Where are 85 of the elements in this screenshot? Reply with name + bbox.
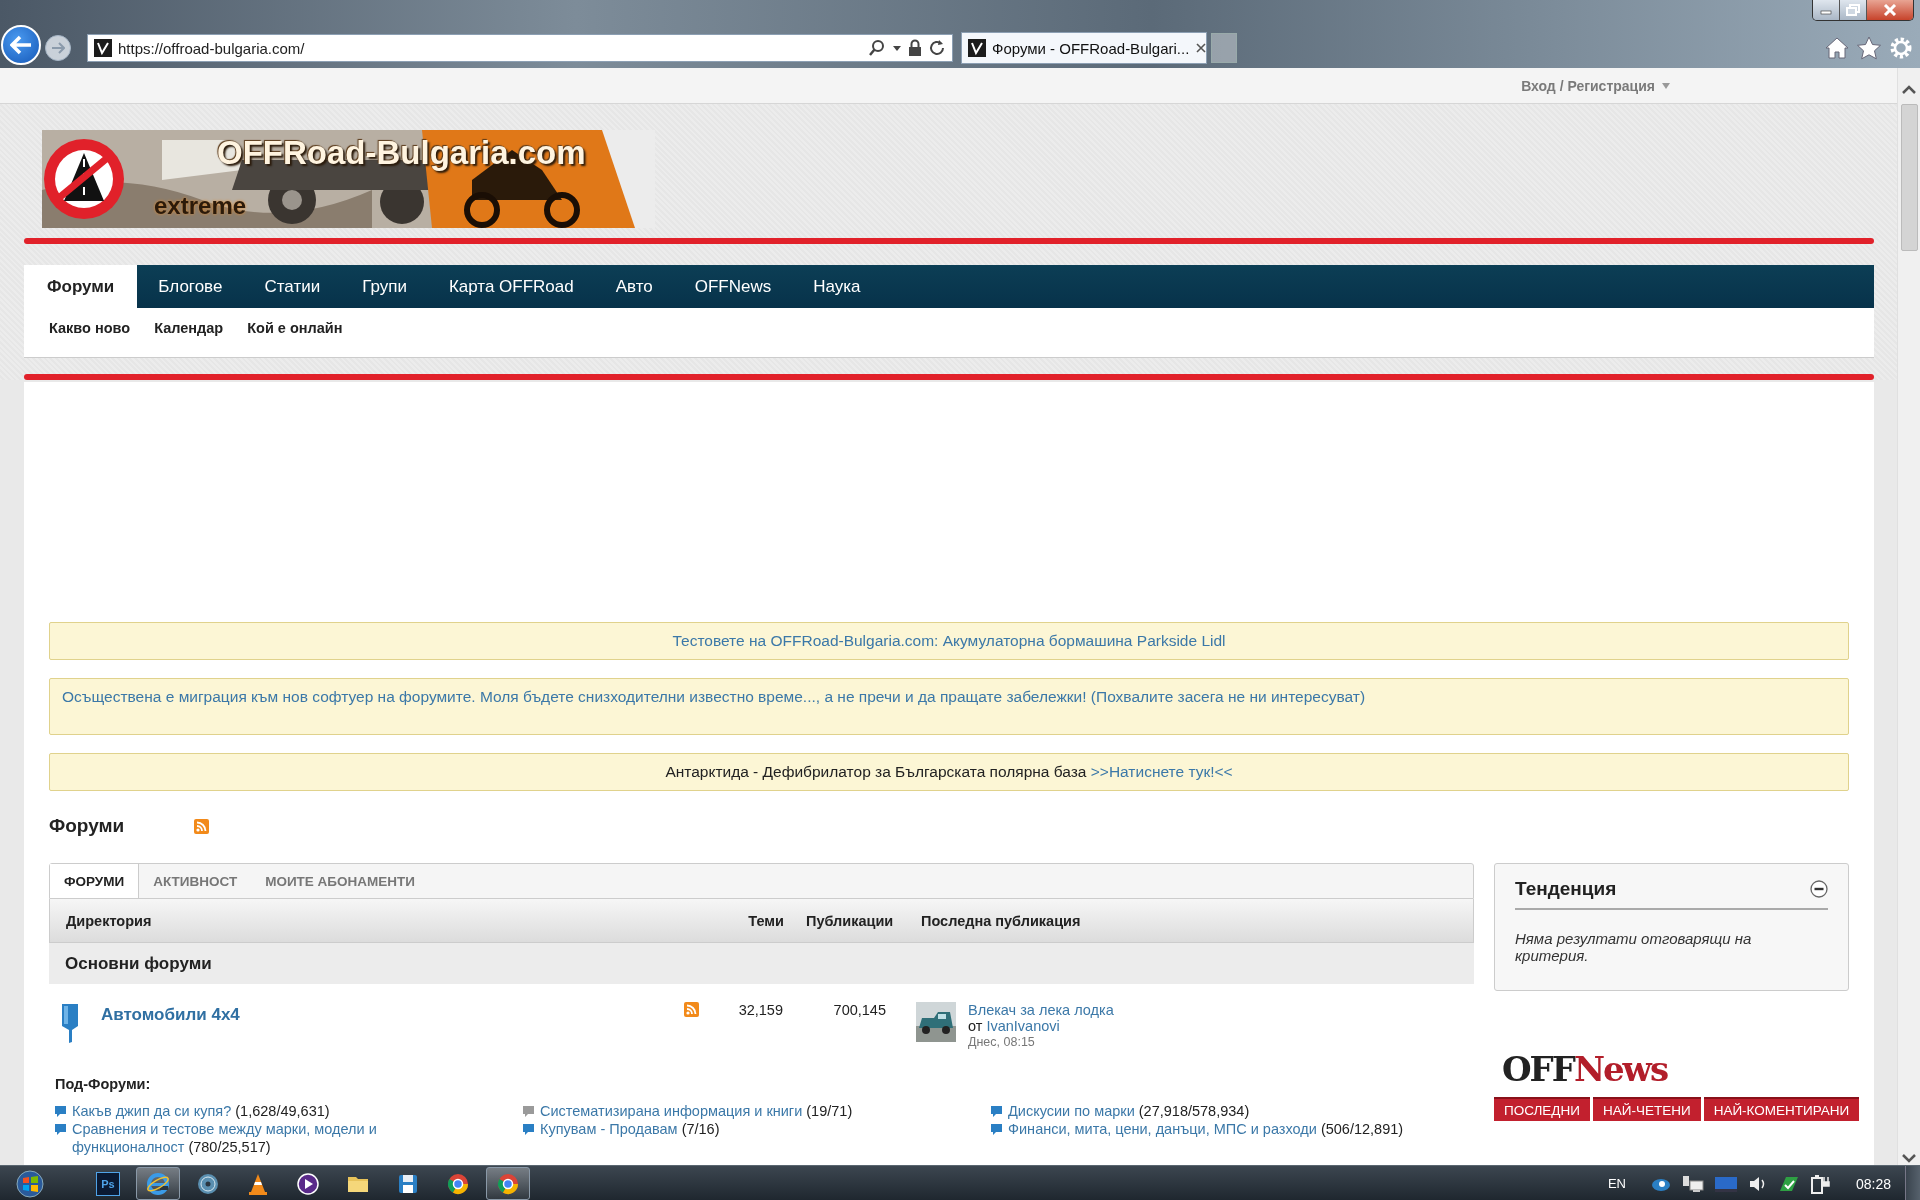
segmented-circle-icon: [496, 1171, 520, 1196]
forward-button[interactable]: [45, 35, 71, 61]
byline: от IvanIvanovi: [968, 1018, 1061, 1034]
back-arrow-icon: [10, 35, 32, 55]
taskbar-button[interactable]: [486, 1167, 530, 1200]
nav-tab[interactable]: Статии: [243, 265, 342, 308]
column-header: Публикации: [805, 912, 895, 929]
subforums-label: Под-Форуми:: [55, 1076, 152, 1092]
network-icon[interactable]: [1681, 1174, 1704, 1193]
home-icon[interactable]: [1824, 36, 1850, 60]
sub-nav-link[interactable]: Какво ново: [49, 319, 131, 336]
nav-tab[interactable]: OFFNews: [673, 265, 793, 308]
display-icon[interactable]: [1713, 1174, 1738, 1193]
subforum-item[interactable]: Купувам - Продавам (7/16): [540, 1120, 720, 1138]
nav-tab[interactable]: Блогове: [137, 265, 244, 308]
announcement-link[interactable]: Осъществена е миграция към нов софтуер на форумите. Моля бъдете снизходителни известно време..., а не пречи и да пращате забележки! (Похвалите засега не ни интересуват): [62, 688, 1366, 705]
close-icon: [1883, 4, 1897, 16]
author-link[interactable]: IvanIvanovi: [986, 1018, 1060, 1034]
sub-nav-link[interactable]: Календар: [154, 319, 224, 336]
widget-title: Тенденция: [1515, 878, 1617, 900]
news-tab[interactable]: ПОСЛЕДНИ: [1494, 1097, 1590, 1121]
logo-emblem-icon: [42, 137, 126, 221]
close-button[interactable]: [1867, 0, 1913, 20]
segmented-circle-icon: [446, 1171, 470, 1196]
news-tab[interactable]: НАЙ-КОМЕНТИРАНИ: [1703, 1097, 1860, 1121]
lock-icon: [908, 39, 922, 57]
minimize-button[interactable]: [1813, 0, 1840, 20]
section-title: Форуми: [49, 815, 126, 837]
taskbar-button[interactable]: Ps: [86, 1167, 130, 1200]
favicon-icon: [968, 39, 986, 57]
post-count: 700,145: [832, 1002, 887, 1020]
forum-tab[interactable]: МОИТЕ АБОНАМЕНТИ: [251, 864, 429, 898]
nav-tab[interactable]: Форуми: [24, 265, 138, 308]
offnews-logo: OFFNews: [1502, 1049, 1669, 1089]
nav-tab[interactable]: Авто: [594, 265, 674, 308]
check-flag-icon[interactable]: [1777, 1174, 1800, 1193]
column-header: Последна публикация: [920, 912, 1082, 929]
star-icon[interactable]: [1856, 36, 1882, 60]
back-button[interactable]: [1, 25, 41, 65]
nav-tab[interactable]: Наука: [792, 265, 882, 308]
maximize-button[interactable]: [1840, 0, 1867, 20]
sub-nav-link[interactable]: Кой е онлайн: [247, 319, 343, 336]
post-time: Днес, 08:15: [968, 1034, 1036, 1050]
scrollbar-thumb[interactable]: [1900, 104, 1918, 251]
disc-icon: [196, 1171, 220, 1196]
language-indicator[interactable]: EN: [1607, 1176, 1626, 1191]
refresh-icon[interactable]: [928, 39, 946, 57]
nav-tab[interactable]: Карта OFFRoad: [427, 265, 595, 308]
clock: 08:28: [1855, 1175, 1891, 1192]
subforum-item[interactable]: Финанси, мита, цени, данъци, МПС и разходи (506/12,891): [1008, 1120, 1404, 1138]
column-header: Теми: [747, 912, 785, 929]
empty-message: Няма резултати отговарящи на критерия.: [1515, 930, 1753, 964]
site-title: OFFRoad-Bulgaria.com: [217, 134, 586, 172]
address-field[interactable]: https://offroad-bulgaria.com/: [87, 34, 953, 62]
login-register-link[interactable]: Вход / Регистрация: [1521, 77, 1655, 94]
search-icon[interactable]: [868, 39, 886, 57]
battery-icon[interactable]: [1809, 1173, 1830, 1194]
subforum-item[interactable]: Сравнения и тестове между марки, модели и функционалност (780/25,517): [72, 1120, 400, 1156]
topic-count: 32,159: [737, 1002, 784, 1020]
site-tagline: extreme: [154, 192, 247, 220]
category-title: Основни форуми: [49, 943, 1474, 984]
forum-tab[interactable]: АКТИВНОСТ: [139, 864, 252, 898]
subforum-item[interactable]: Систематизирана информация и книги (19/71): [540, 1102, 853, 1120]
notice-link[interactable]: >>Натиснете тук!<<: [1090, 763, 1233, 780]
scroll-down-icon[interactable]: [1901, 1151, 1917, 1165]
nav-tab[interactable]: Групи: [341, 265, 428, 308]
notice-text: Антарктида - Дефибрилатор за Българската полярна база >>Натиснете тук!<<: [665, 763, 1233, 780]
forum-link[interactable]: Автомобили 4x4: [101, 1005, 664, 1025]
close-icon[interactable]: [1195, 42, 1208, 54]
restore-icon: [1846, 4, 1860, 16]
taskbar-button[interactable]: [136, 1167, 180, 1200]
forward-arrow-icon: [51, 42, 65, 54]
play-icon: [296, 1171, 320, 1196]
last-post-link[interactable]: Влекач за лека лодка: [968, 1002, 1114, 1018]
browser-tab[interactable]: Форуми - OFFRoad-Bulgari...: [961, 32, 1207, 64]
subforum-item[interactable]: Какъв джип да си купя? (1,628/49,631): [72, 1102, 330, 1120]
forum-tab[interactable]: ФОРУМИ: [50, 864, 140, 898]
subforum-item[interactable]: Дискусии по марки (27,918/578,934): [1008, 1102, 1250, 1120]
news-tab[interactable]: НАЙ-ЧЕТЕНИ: [1592, 1097, 1701, 1121]
notice-link[interactable]: Тестовете на OFFRoad-Bulgaria.com: Акумулаторна бормашина Parkside Lidl: [672, 632, 1226, 649]
collapse-icon[interactable]: [1810, 880, 1828, 898]
window-flag-icon: [16, 1169, 44, 1198]
column-header: Директория: [65, 912, 153, 929]
letter-e-icon: [146, 1171, 170, 1196]
favicon-icon: [94, 39, 112, 57]
